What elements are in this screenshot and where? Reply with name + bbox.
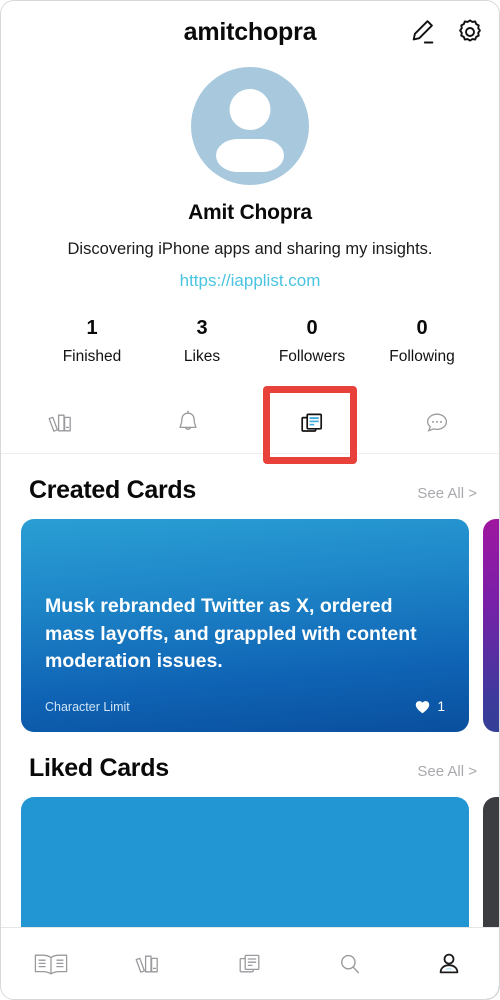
nav-item-search[interactable] [300, 928, 400, 1000]
content-area: Created Cards See All > Musk rebranded T… [1, 454, 499, 999]
section-header-created: Created Cards See All > [1, 454, 499, 505]
search-icon [340, 954, 359, 973]
avatar-wrap [1, 67, 499, 185]
open-book-icon [34, 954, 68, 975]
card-text: Musk rebranded Twitter as X, ordered mas… [45, 595, 417, 673]
stat-label: Finished [62, 348, 122, 365]
heart-icon [416, 700, 430, 713]
person-profile-icon [439, 953, 459, 973]
nav-item-cards[interactable] [200, 928, 300, 1000]
stat-following[interactable]: 0 Following [367, 317, 477, 366]
nav-item-profile[interactable] [399, 928, 499, 1000]
stat-value: 0 [306, 317, 318, 339]
pencil-edit-icon[interactable] [407, 17, 437, 47]
app-header: amitchopra [1, 1, 499, 63]
profile-tab-bar [1, 386, 500, 464]
card-item[interactable] [483, 519, 499, 732]
tab-notifications[interactable] [126, 392, 251, 454]
tab-books[interactable] [1, 392, 126, 454]
gear-icon[interactable] [455, 17, 485, 47]
books-stack-icon [48, 414, 72, 432]
display-name: Amit Chopra [188, 201, 312, 224]
profile-block: Amit Chopra Discovering iPhone apps and … [1, 63, 499, 291]
see-all-created-button[interactable]: See All > [417, 485, 477, 502]
avatar-body-shape [216, 139, 284, 172]
nav-item-books[interactable] [101, 928, 201, 1000]
stat-label: Likes [183, 348, 221, 365]
cards-stack-icon [239, 954, 260, 972]
header-actions [407, 1, 485, 63]
card-like-count[interactable]: 1 [415, 699, 445, 714]
tab-comments[interactable] [375, 392, 500, 454]
card-item[interactable]: Musk rebranded Twitter as X, ordered mas… [21, 519, 469, 732]
chat-bubble-icon [426, 413, 447, 432]
section-title: Created Cards [29, 476, 196, 504]
books-stack-icon [135, 955, 159, 973]
stat-label: Followers [278, 348, 346, 365]
card-tag: Character Limit [45, 699, 130, 714]
bottom-navigation-bar [1, 927, 499, 999]
page-title: amitchopra [183, 17, 317, 46]
section-title: Liked Cards [29, 754, 169, 782]
tab-cards[interactable] [250, 392, 375, 454]
stats-row: 1 Finished 3 Likes 0 Followers 0 Followi… [1, 317, 499, 366]
app-screen: amitchopra Amit Chopra Discovering iPhon… [0, 0, 500, 1000]
stat-value: 1 [86, 317, 98, 339]
stat-followers[interactable]: 0 Followers [257, 317, 367, 366]
cards-stack-icon [301, 413, 323, 432]
stat-likes[interactable]: 3 Likes [147, 317, 257, 366]
bell-icon [179, 410, 197, 430]
created-cards-row[interactable]: Musk rebranded Twitter as X, ordered mas… [1, 505, 499, 732]
stat-label: Following [389, 348, 455, 365]
stat-value: 3 [196, 317, 208, 339]
nav-item-library[interactable] [1, 928, 101, 1000]
section-header-liked: Liked Cards See All > [1, 732, 499, 783]
profile-bio: Discovering iPhone apps and sharing my i… [67, 240, 433, 258]
card-footer: Character Limit 1 [45, 699, 445, 714]
stat-finished[interactable]: 1 Finished [37, 317, 147, 366]
profile-website-link[interactable]: https://iapplist.com [1, 271, 499, 291]
avatar-head-shape [229, 89, 271, 130]
like-count-value: 1 [437, 699, 445, 714]
stat-value: 0 [416, 317, 428, 339]
avatar[interactable] [191, 67, 309, 185]
see-all-liked-button[interactable]: See All > [417, 763, 477, 780]
